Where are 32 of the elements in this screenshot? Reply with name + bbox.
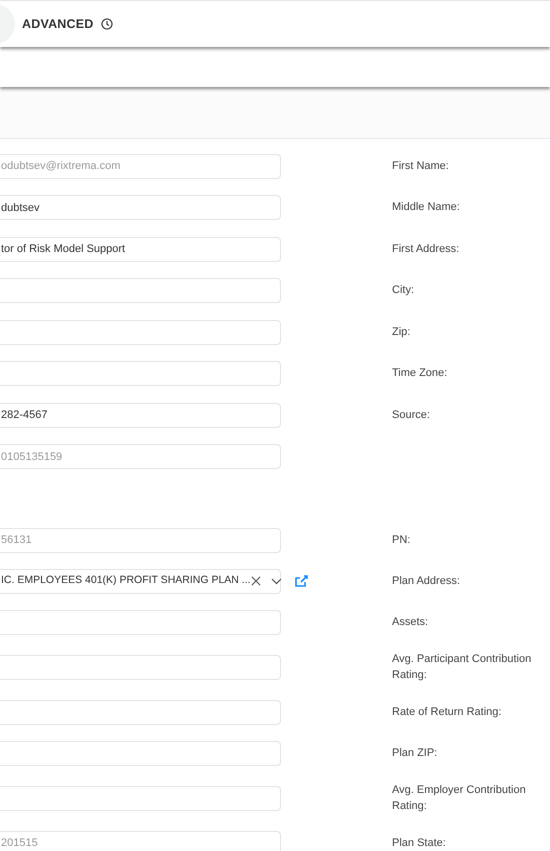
clear-icon[interactable]	[250, 576, 261, 586]
input-field[interactable]: tor of Risk Model Support	[0, 236, 281, 262]
field-label: Avg. Participant Contribution Rating:	[392, 652, 532, 683]
field-label: Source:	[392, 408, 431, 423]
field-label: Plan Address:	[392, 574, 461, 589]
input-field[interactable]	[0, 654, 281, 680]
input-field[interactable]	[0, 361, 281, 386]
chevron-down-icon[interactable]	[270, 578, 282, 584]
field-label: City:	[392, 283, 415, 298]
field-label: Rate of Return Rating:	[392, 704, 502, 720]
clock-icon	[100, 18, 113, 30]
field-label: PN:	[392, 532, 412, 548]
field-label: Middle Name:	[392, 200, 461, 216]
field-label: Plan ZIP:	[392, 746, 438, 762]
field-label: First Name:	[392, 158, 450, 174]
field-label: Zip:	[392, 324, 412, 340]
field-label: Plan State:	[392, 836, 447, 851]
input-field[interactable]	[0, 610, 281, 635]
field-label: Avg. Employer Contribution Rating:	[392, 783, 527, 814]
input-field[interactable]	[0, 278, 281, 303]
input-field[interactable]	[0, 320, 281, 344]
input-field[interactable]: dubtsev	[0, 195, 281, 220]
field-label: First Address:	[392, 242, 460, 257]
field-label: Time Zone:	[392, 366, 448, 382]
external-link-icon[interactable]	[295, 575, 308, 587]
input-field[interactable]	[0, 741, 281, 766]
input-field[interactable]	[0, 700, 281, 724]
input-field[interactable]: 282-4567	[0, 402, 281, 428]
section-title: ADVANCED	[22, 16, 94, 33]
input-field[interactable]	[0, 786, 281, 811]
plan-select[interactable]: IC. EMPLOYEES 401(K) PROFIT SHARING PLAN ...	[0, 568, 281, 594]
field-label: Assets:	[392, 615, 430, 630]
